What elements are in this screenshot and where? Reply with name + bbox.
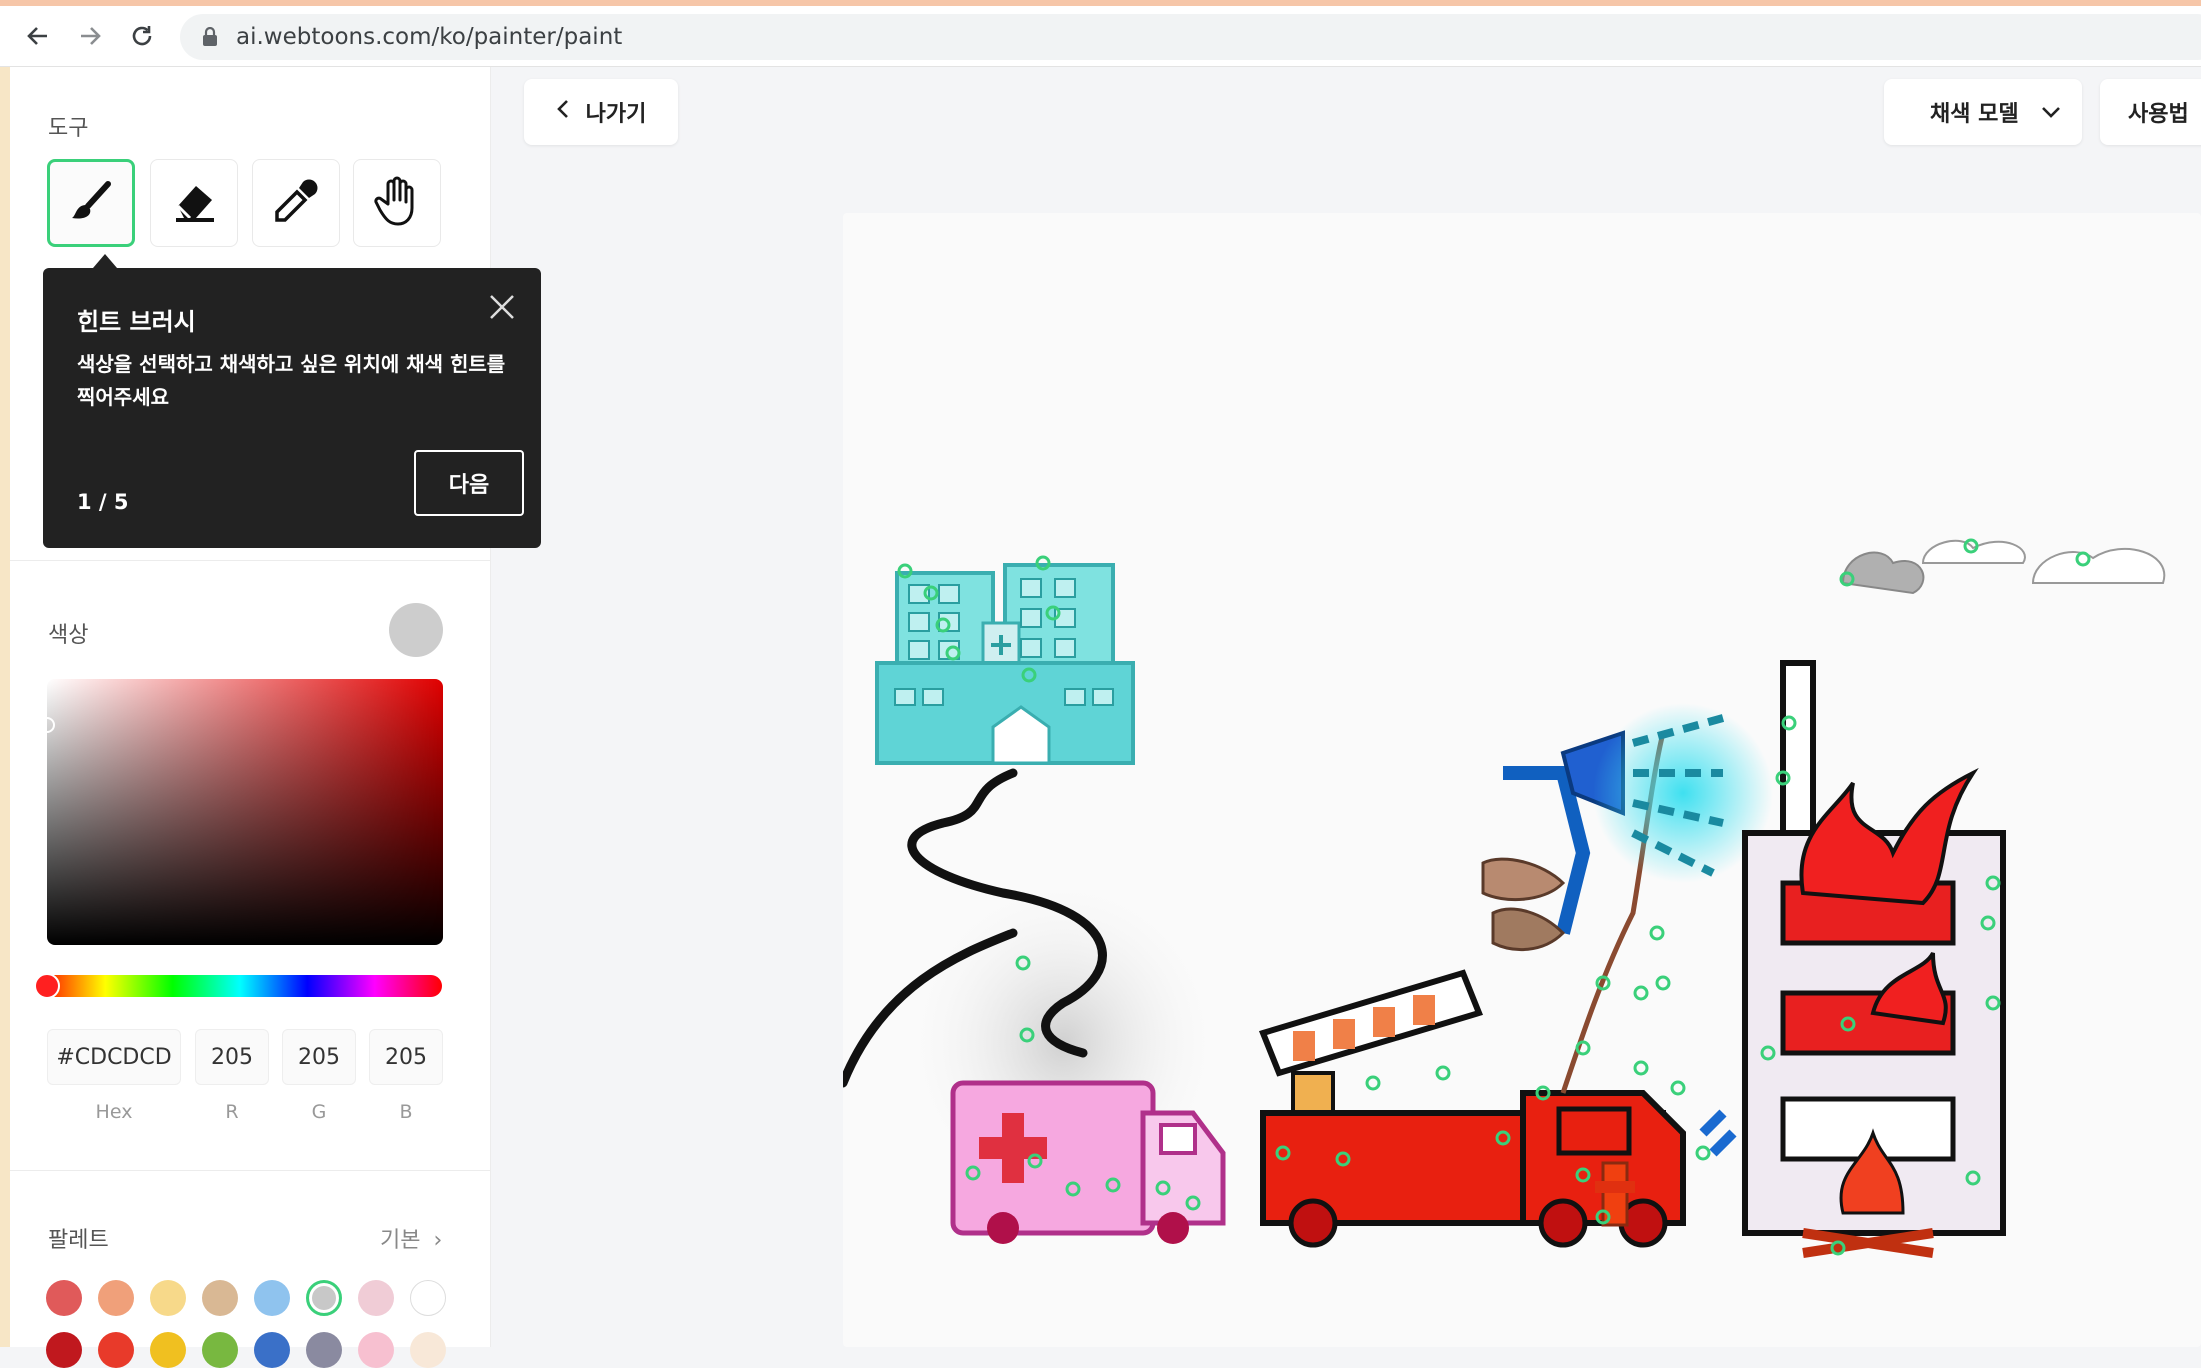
palette-swatch[interactable] [150, 1332, 186, 1368]
forward-arrow-icon[interactable] [70, 16, 110, 56]
chevron-left-icon [556, 99, 570, 125]
hue-slider-handle[interactable] [34, 973, 60, 999]
b-input[interactable]: 205 [369, 1029, 443, 1085]
palette-swatch[interactable] [46, 1332, 82, 1368]
help-button[interactable]: 사용법 [2100, 79, 2201, 145]
palette-swatch[interactable] [306, 1280, 342, 1316]
url-text[interactable]: ai.webtoons.com/ko/painter/paint [236, 14, 622, 60]
palette-swatch[interactable] [98, 1332, 134, 1368]
hint-dot[interactable] [1649, 925, 1665, 941]
picker-handle[interactable] [39, 717, 55, 733]
palette-swatch[interactable] [254, 1280, 290, 1316]
coloring-model-label: 채색 모델 [1930, 102, 2019, 127]
hint-dot[interactable] [1633, 985, 1649, 1001]
close-icon[interactable] [487, 292, 517, 322]
palette-swatch[interactable] [410, 1332, 446, 1368]
hint-dot[interactable] [1695, 1145, 1711, 1161]
coloring-model-dropdown[interactable]: 채색 모델 [1884, 79, 2082, 145]
palette-label: 팔레트 [48, 1228, 109, 1253]
chevron-down-icon [2041, 100, 2061, 125]
r-input[interactable]: 205 [195, 1029, 269, 1085]
hint-brush-tooltip: 힌트 브러시 색상을 선택하고 채색하고 싶은 위치에 채색 힌트를 찍어주세요… [43, 254, 541, 548]
lock-icon [202, 26, 218, 51]
tooltip-title: 힌트 브러시 [77, 308, 196, 336]
reload-icon[interactable] [122, 16, 162, 56]
hand-icon [374, 176, 420, 230]
canvas-artwork [843, 538, 2166, 1258]
saturation-value-picker[interactable] [39, 679, 443, 945]
exit-button[interactable]: 나가기 [524, 79, 678, 145]
hue-slider[interactable] [34, 973, 442, 999]
browser-toolbar: ai.webtoons.com/ko/painter/paint [0, 6, 2201, 67]
palette-swatch[interactable] [46, 1280, 82, 1316]
tooltip-next-button[interactable]: 다음 [414, 450, 524, 516]
eraser-icon [170, 178, 218, 228]
tools-label: 도구 [48, 116, 89, 141]
palette-swatch[interactable] [150, 1280, 186, 1316]
hint-dot[interactable] [1435, 1065, 1451, 1081]
current-color-swatch[interactable] [389, 603, 443, 657]
hospital-drawing [875, 563, 1135, 765]
hint-dot[interactable] [1365, 1075, 1381, 1091]
hex-label: Hex [95, 1101, 133, 1123]
r-label: R [225, 1101, 239, 1123]
hint-dot[interactable] [1670, 1080, 1686, 1096]
hand-tool-button[interactable] [353, 159, 441, 247]
chevron-right-icon: › [433, 1228, 443, 1253]
b-label: B [399, 1101, 413, 1123]
g-input[interactable]: 205 [282, 1029, 356, 1085]
tooltip-page-indicator: 1 / 5 [77, 490, 129, 514]
palette-swatch[interactable] [306, 1332, 342, 1368]
palette-swatch[interactable] [358, 1332, 394, 1368]
palette-swatch[interactable] [254, 1332, 290, 1368]
hex-input[interactable]: #CDCDCD [47, 1029, 181, 1085]
drawing-canvas[interactable] [843, 213, 2201, 1347]
palette-swatch[interactable] [358, 1280, 394, 1316]
eyedropper-tool-button[interactable] [252, 159, 340, 247]
hint-dot[interactable] [1655, 975, 1671, 991]
brush-tool-button[interactable] [47, 159, 135, 247]
address-bar[interactable]: ai.webtoons.com/ko/painter/paint [180, 14, 2201, 60]
brush-icon [68, 178, 114, 228]
palette-swatch[interactable] [98, 1280, 134, 1316]
hose-nozzle-drawing [1481, 703, 1773, 952]
window-edge [0, 67, 10, 1347]
hint-dot[interactable] [1633, 1060, 1649, 1076]
divider [10, 1170, 490, 1171]
eyedropper-icon [273, 178, 319, 228]
exit-button-label: 나가기 [585, 102, 647, 127]
color-label: 색상 [48, 623, 89, 648]
help-button-label: 사용법 [2128, 102, 2189, 127]
clouds-drawing [1841, 539, 2166, 595]
g-label: G [311, 1101, 327, 1123]
back-arrow-icon[interactable] [18, 16, 58, 56]
palette-preset-link[interactable]: 기본 › [380, 1222, 442, 1254]
eraser-tool-button[interactable] [150, 159, 238, 247]
palette-swatch[interactable] [410, 1280, 446, 1316]
palette-swatch[interactable] [202, 1280, 238, 1316]
palette-preset-label: 기본 [380, 1228, 421, 1253]
divider [10, 560, 490, 561]
palette-swatch[interactable] [202, 1332, 238, 1368]
tooltip-body: 색상을 선택하고 채색하고 싶은 위치에 채색 힌트를 찍어주세요 [77, 352, 506, 409]
